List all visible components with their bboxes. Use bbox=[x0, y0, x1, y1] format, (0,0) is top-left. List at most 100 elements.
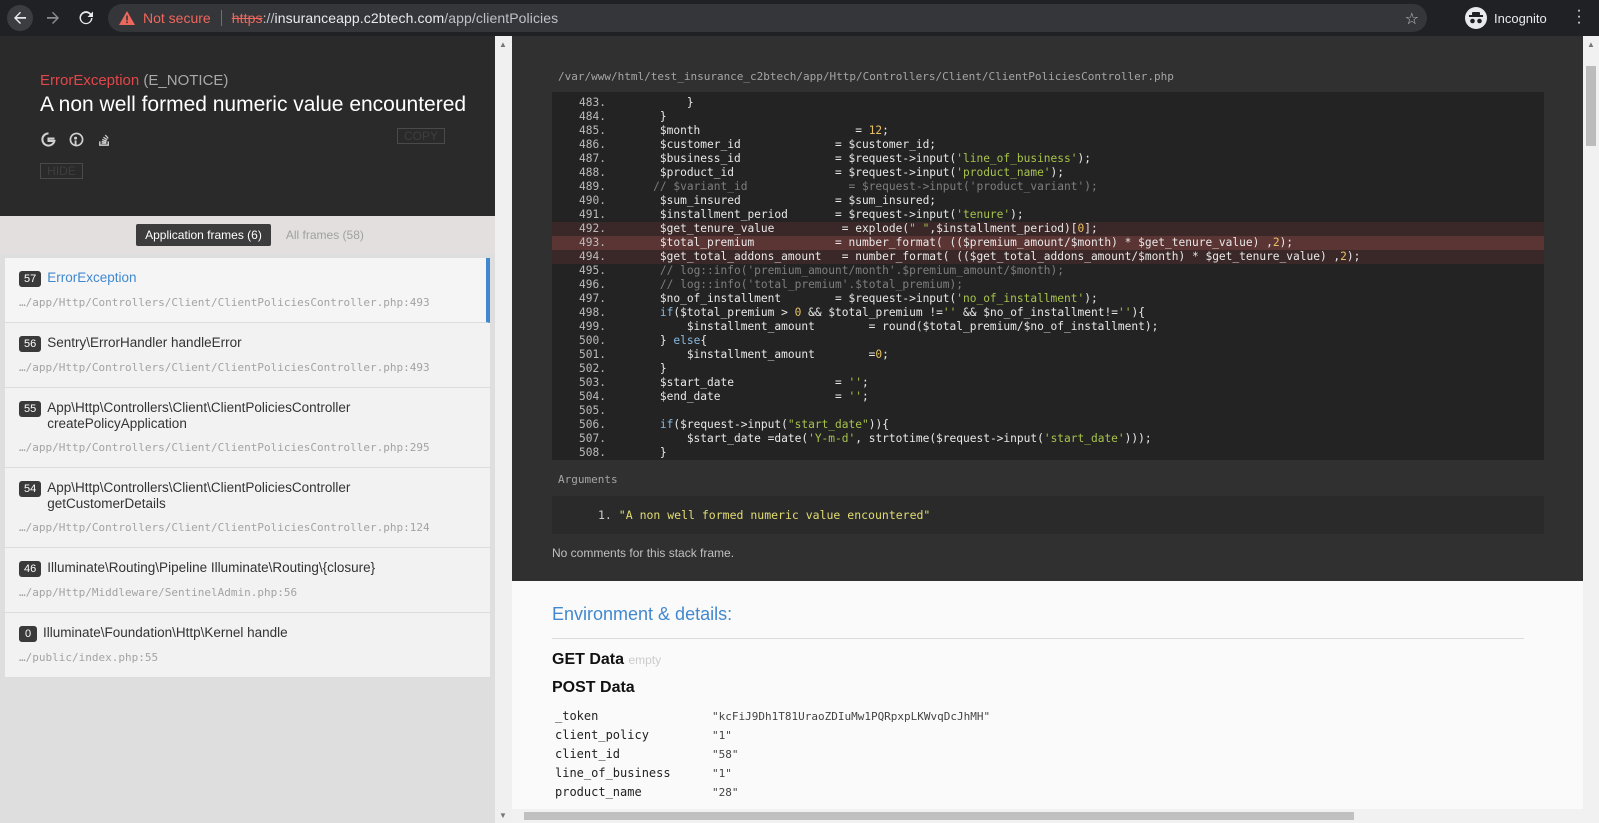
frame-header: 56 Sentry\ErrorHandler handleError bbox=[19, 335, 476, 352]
exception-header: ErrorException (E_NOTICE) A non well for… bbox=[0, 36, 495, 216]
address-bar[interactable]: Not secure https://insuranceapp.c2btech.… bbox=[108, 4, 1427, 32]
post-value: "1" bbox=[712, 767, 732, 780]
frame-header: 0 Illuminate\Foundation\Http\Kernel handl… bbox=[19, 625, 476, 642]
code-line: 484. } bbox=[552, 110, 1544, 124]
post-key: product_name bbox=[555, 785, 642, 799]
url-path: /app/clientPolicies bbox=[444, 10, 559, 26]
scrollbar-thumb[interactable] bbox=[524, 812, 1354, 820]
code-text: } bbox=[606, 446, 667, 459]
line-number: 494. bbox=[579, 250, 606, 263]
stackoverflow-icon[interactable] bbox=[96, 131, 112, 147]
line-number: 488. bbox=[579, 166, 606, 179]
frame-file: …/public/index.php:55 bbox=[19, 651, 159, 664]
warning-icon bbox=[119, 11, 135, 25]
line-number: 495. bbox=[579, 264, 606, 277]
stack-frame[interactable]: 46 Illuminate\Routing\Pipeline Illuminate… bbox=[5, 548, 490, 613]
frame-file: …/app/Http/Controllers/Client/ClientPoli… bbox=[19, 521, 430, 534]
code-line: 483. } bbox=[552, 96, 1544, 110]
code-text: $get_tenure_value = explode(" ",$install… bbox=[606, 222, 1098, 235]
stack-frame[interactable]: 55 App\Http\Controllers\Client\ClientPoli… bbox=[5, 388, 490, 468]
code-line: 493. $total_premium = number_format( (($… bbox=[552, 236, 1544, 250]
page-horizontal-scrollbar[interactable] bbox=[512, 809, 1583, 823]
line-number: 484. bbox=[579, 110, 606, 123]
tab-all-frames[interactable]: All frames (58) bbox=[277, 224, 373, 246]
line-number: 507. bbox=[579, 432, 606, 445]
code-text: $product_id = $request->input('product_n… bbox=[606, 166, 1065, 179]
reload-button[interactable] bbox=[73, 5, 99, 31]
frame-file-path[interactable]: /var/www/html/test_insurance_c2btech/app… bbox=[558, 70, 1174, 83]
scroll-down-icon[interactable]: ▼ bbox=[499, 811, 507, 820]
bookmark-star-icon[interactable]: ☆ bbox=[1405, 9, 1419, 29]
arguments-label: Arguments bbox=[558, 473, 618, 486]
code-text: $month = 12; bbox=[606, 124, 889, 137]
code-text: // log::info('total_premium'.$total_prem… bbox=[659, 278, 963, 291]
forward-button[interactable] bbox=[40, 5, 66, 31]
duckduckgo-icon[interactable] bbox=[68, 131, 84, 147]
frame-header: 54 App\Http\Controllers\Client\ClientPoli… bbox=[19, 480, 476, 512]
back-button[interactable] bbox=[7, 5, 33, 31]
line-number: 508. bbox=[579, 446, 606, 459]
frame-file: …/app/Http/Controllers/Client/ClientPoli… bbox=[19, 441, 430, 454]
stack-frame[interactable]: 57 ErrorException …/app/Http/Controllers/C… bbox=[5, 258, 490, 323]
line-number: 493. bbox=[579, 236, 606, 249]
stack-frame[interactable]: 56 Sentry\ErrorHandler handleError …/app/H… bbox=[5, 323, 490, 388]
code-line: 490. $sum_insured = $sum_insured; bbox=[552, 194, 1544, 208]
line-number: 500. bbox=[579, 334, 606, 347]
frame-number: 54 bbox=[19, 481, 42, 497]
line-number: 502. bbox=[579, 362, 606, 375]
scroll-up-icon[interactable]: ▲ bbox=[1587, 40, 1595, 49]
frame-class-block: ErrorException bbox=[47, 270, 136, 286]
tab-application-frames[interactable]: Application frames (6) bbox=[136, 224, 271, 246]
line-number: 485. bbox=[579, 124, 606, 137]
code-line: 500. } else{ bbox=[552, 334, 1544, 348]
frame-class-block: App\Http\Controllers\Client\ClientPolici… bbox=[47, 480, 350, 512]
menu-dots-icon[interactable]: · · · bbox=[1574, 3, 1584, 31]
code-text: $installment_period = $request->input('t… bbox=[606, 208, 1024, 221]
arrow-left-icon bbox=[14, 11, 26, 24]
frame-number: 55 bbox=[19, 401, 42, 417]
frame-method: getCustomerDetails bbox=[47, 496, 166, 511]
incognito-icon bbox=[1465, 7, 1487, 29]
code-line: 499. $installment_amount = round($total_… bbox=[552, 320, 1544, 334]
frame-class: App\Http\Controllers\Client\ClientPolici… bbox=[47, 400, 351, 415]
frame-comments: No comments for this stack frame. bbox=[552, 546, 735, 560]
post-data-row: line_of_business "1" bbox=[555, 764, 1583, 783]
arrow-right-icon bbox=[47, 11, 59, 24]
line-number: 491. bbox=[579, 208, 606, 221]
frame-number: 46 bbox=[19, 561, 42, 577]
code-text: $start_date = ''; bbox=[606, 376, 869, 389]
scroll-up-icon[interactable]: ▲ bbox=[499, 40, 507, 49]
url-host: insuranceapp.c2btech.com bbox=[274, 10, 445, 26]
copy-button[interactable]: COPY bbox=[397, 128, 445, 144]
post-data-row: _token "kcFiJ9Dh1T81UraoZDIuMw1PQRpxpLKWv… bbox=[555, 707, 1583, 726]
code-line: 494. $get_total_addons_amount = number_f… bbox=[552, 250, 1544, 264]
hide-button[interactable]: HIDE bbox=[40, 163, 83, 179]
stack-frame[interactable]: 0 Illuminate\Foundation\Http\Kernel handl… bbox=[5, 613, 490, 678]
url-text[interactable]: https://insuranceapp.c2btech.com/app/cli… bbox=[232, 10, 559, 26]
frame-detail-panel: /var/www/html/test_insurance_c2btech/app… bbox=[512, 36, 1583, 581]
line-number: 499. bbox=[579, 320, 606, 333]
sidebar-scrollbar[interactable]: ▲ ▼ bbox=[495, 36, 512, 823]
frame-header: 46 Illuminate\Routing\Pipeline Illuminate… bbox=[19, 560, 476, 577]
post-data-table: _token "kcFiJ9Dh1T81UraoZDIuMw1PQRpxpLKWv… bbox=[552, 707, 1583, 802]
exception-code: (E_NOTICE) bbox=[143, 72, 229, 89]
frame-class: App\Http\Controllers\Client\ClientPolici… bbox=[47, 480, 351, 495]
google-icon[interactable] bbox=[40, 131, 56, 147]
stack-sidebar: ErrorException (E_NOTICE) A non well for… bbox=[0, 36, 495, 823]
post-data-row: product_name "28" bbox=[555, 783, 1583, 802]
incognito-indicator[interactable]: Incognito bbox=[1465, 7, 1547, 29]
page-vertical-scrollbar[interactable]: ▲ bbox=[1583, 36, 1599, 823]
scrollbar-thumb[interactable] bbox=[1586, 66, 1596, 146]
frame-file: …/app/Http/Middleware/SentinelAdmin.php:… bbox=[19, 586, 298, 599]
code-text: $no_of_installment = $request->input('no… bbox=[606, 292, 1098, 305]
line-number: 504. bbox=[579, 390, 606, 403]
stack-frame[interactable]: 54 App\Http\Controllers\Client\ClientPoli… bbox=[5, 468, 490, 548]
code-text: } bbox=[606, 96, 694, 109]
code-text: $end_date = ''; bbox=[606, 390, 869, 403]
security-label[interactable]: Not secure bbox=[143, 10, 211, 26]
code-line: 506. if($request->input("start_date")){ bbox=[552, 418, 1544, 432]
frame-file: …/app/Http/Controllers/Client/ClientPoli… bbox=[19, 296, 430, 309]
frame-filters: Application frames (6) All frames (58) bbox=[0, 216, 495, 254]
frame-class-block: Illuminate\Routing\Pipeline Illuminate\R… bbox=[47, 560, 375, 576]
code-line: 502. } bbox=[552, 362, 1544, 376]
